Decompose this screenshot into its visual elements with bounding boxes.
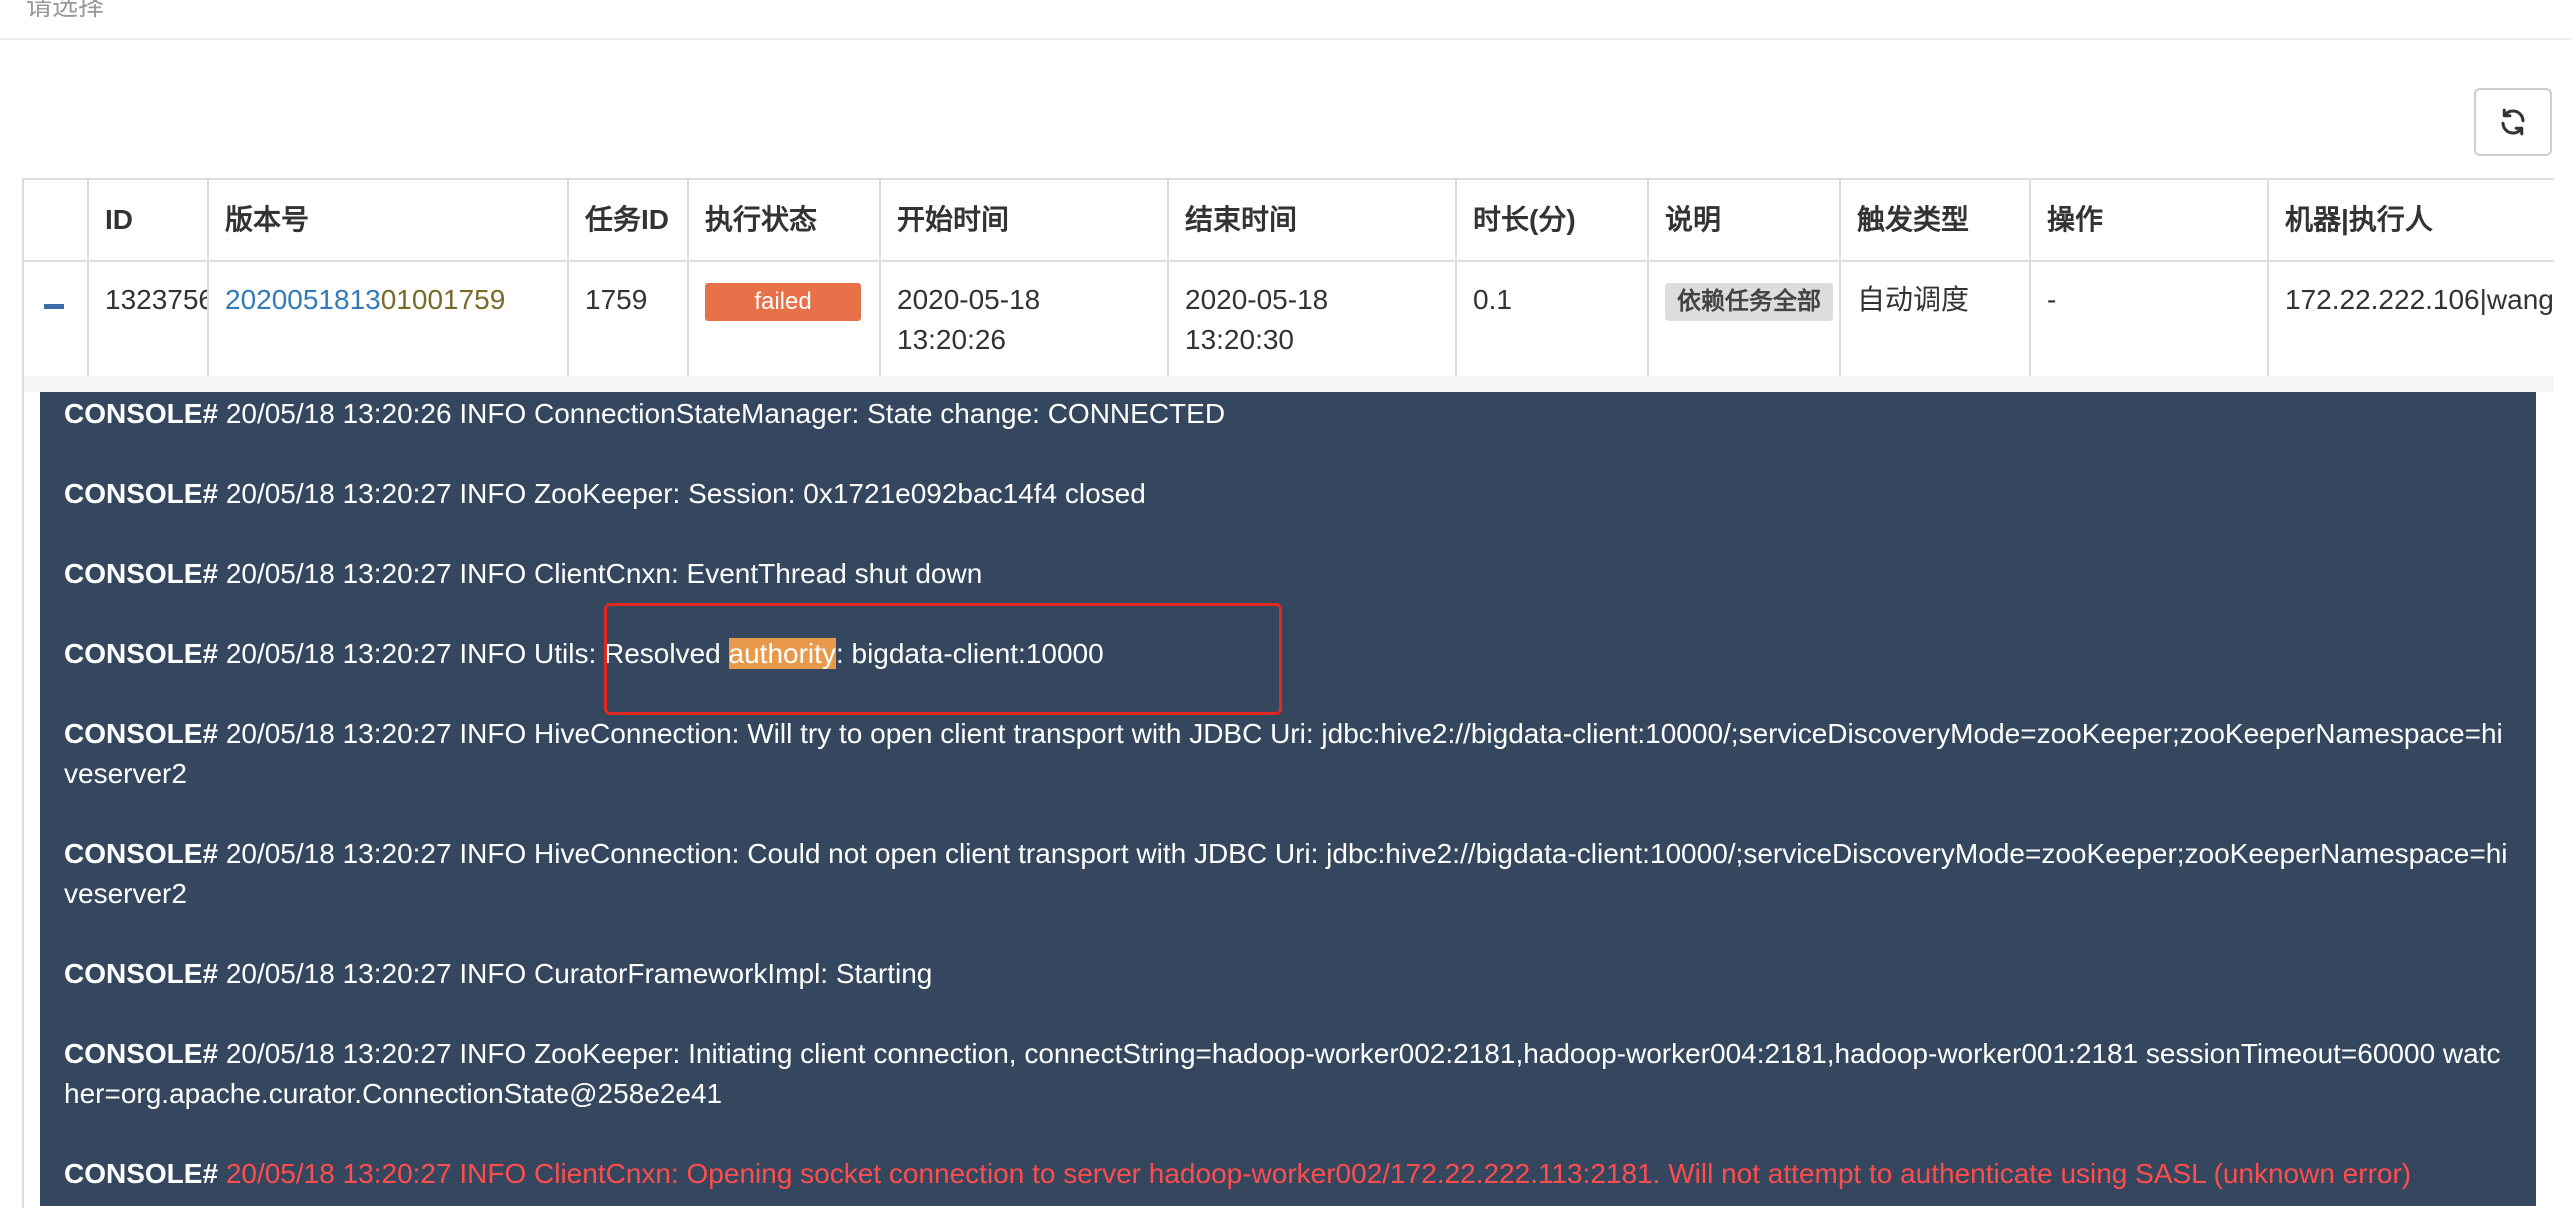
- log-text: 20/05/18 13:20:27 INFO HiveConnection: W…: [64, 718, 2503, 789]
- cell-description: 依赖任务全部: [1648, 261, 1841, 378]
- col-header-trigger-type[interactable]: 触发类型: [1840, 180, 2031, 262]
- log-prefix: CONSOLE#: [64, 558, 219, 589]
- col-header-description[interactable]: 说明: [1648, 180, 1841, 262]
- collapse-toggle[interactable]: [24, 261, 89, 378]
- log-prefix: CONSOLE#: [64, 958, 219, 989]
- cell-end-time: 2020-05-18 13:20:30: [1168, 261, 1457, 378]
- minus-icon: [44, 304, 64, 309]
- log-line: CONSOLE# 20/05/18 13:20:27 INFO HiveConn…: [64, 834, 2512, 914]
- top-bar: 请选择: [0, 0, 2572, 40]
- log-line: CONSOLE# 20/05/18 13:20:27 INFO ZooKeepe…: [64, 474, 2512, 514]
- log-text: 20/05/18 13:20:27 INFO CuratorFrameworkI…: [225, 958, 933, 989]
- detail-row-top: [24, 376, 2554, 392]
- cell-task-id: 1759: [568, 261, 689, 378]
- col-header-expand: [24, 180, 89, 262]
- log-prefix: CONSOLE#: [64, 1158, 219, 1189]
- log-text: 20/05/18 13:20:26 INFO ConnectionStateMa…: [225, 398, 1226, 429]
- refresh-icon: [2501, 108, 2525, 136]
- end-date: 2020-05-18: [1185, 284, 1329, 315]
- cell-action: -: [2030, 261, 2269, 378]
- cell-machine: 172.22.222.106|wangyi: [2268, 261, 2554, 378]
- cell-status: failed: [688, 261, 881, 378]
- description-badge: 依赖任务全部: [1665, 283, 1833, 321]
- log-line: CONSOLE# 20/05/18 13:20:27 INFO ZooKeepe…: [64, 1034, 2512, 1114]
- status-badge: failed: [705, 283, 861, 321]
- log-prefix: CONSOLE#: [64, 1038, 219, 1069]
- log-prefix: CONSOLE#: [64, 398, 219, 429]
- cell-start-time: 2020-05-18 13:20:26: [880, 261, 1169, 378]
- log-prefix: CONSOLE#: [64, 718, 219, 749]
- cell-version[interactable]: 202005181301001759: [208, 261, 569, 378]
- col-header-action[interactable]: 操作: [2030, 180, 2269, 262]
- version-link[interactable]: 2020051813: [225, 284, 381, 315]
- cell-id: 1323756: [88, 261, 209, 378]
- log-text: 20/05/18 13:20:27 INFO ZooKeeper: Sessio…: [225, 478, 1146, 509]
- log-line: CONSOLE# 20/05/18 13:20:27 INFO Utils: R…: [64, 634, 2512, 674]
- search-highlight: authority: [728, 638, 836, 669]
- log-line: CONSOLE# 20/05/18 13:20:27 INFO HiveConn…: [64, 714, 2512, 794]
- log-prefix: CONSOLE#: [64, 478, 219, 509]
- log-error-text: 20/05/18 13:20:27 INFO ClientCnxn: Openi…: [225, 1158, 2412, 1189]
- log-text: 20/05/18 13:20:27 INFO ZooKeeper: Initia…: [64, 1038, 2501, 1109]
- log-text: : bigdata-client:10000: [835, 638, 1104, 669]
- start-time: 13:20:26: [897, 324, 1006, 355]
- cell-duration: 0.1: [1456, 261, 1649, 378]
- log-prefix: CONSOLE#: [64, 638, 219, 669]
- end-time: 13:20:30: [1185, 324, 1294, 355]
- table-row: 1323756 202005181301001759 1759 failed 2…: [24, 261, 2554, 378]
- col-header-task-id[interactable]: 任务ID: [568, 180, 689, 262]
- log-line: CONSOLE# 20/05/18 13:20:27 INFO ClientCn…: [64, 554, 2512, 594]
- console-log-panel[interactable]: CONSOLE# 20/05/18 13:20:26 INFO Connecti…: [40, 392, 2536, 1206]
- refresh-button[interactable]: [2474, 88, 2552, 156]
- col-header-duration[interactable]: 时长(分): [1456, 180, 1649, 262]
- col-header-start-time[interactable]: 开始时间: [880, 180, 1169, 262]
- jobs-table: ID 版本号 任务ID 执行状态 开始时间 结束时间 时长(分) 说明 触发类型…: [24, 180, 2554, 378]
- log-text: 20/05/18 13:20:27 INFO Utils: Resolved: [225, 638, 729, 669]
- cell-trigger-type: 自动调度: [1840, 261, 2031, 378]
- col-header-end-time[interactable]: 结束时间: [1168, 180, 1457, 262]
- start-date: 2020-05-18: [897, 284, 1041, 315]
- col-header-id[interactable]: ID: [88, 180, 209, 262]
- log-line: CONSOLE# 20/05/18 13:20:27 INFO CuratorF…: [64, 954, 2512, 994]
- page-title: 请选择: [26, 0, 105, 21]
- log-line-error: CONSOLE# 20/05/18 13:20:27 INFO ClientCn…: [64, 1154, 2512, 1194]
- log-text: 20/05/18 13:20:27 INFO HiveConnection: C…: [64, 838, 2508, 909]
- col-header-machine[interactable]: 机器|执行人: [2268, 180, 2554, 262]
- version-link-suffix[interactable]: 01001759: [381, 284, 506, 315]
- log-line: CONSOLE# 20/05/18 13:20:26 INFO Connecti…: [64, 394, 2512, 434]
- col-header-status[interactable]: 执行状态: [688, 180, 881, 262]
- col-header-version[interactable]: 版本号: [208, 180, 569, 262]
- log-prefix: CONSOLE#: [64, 838, 219, 869]
- log-text: 20/05/18 13:20:27 INFO ClientCnxn: Event…: [225, 558, 983, 589]
- table-header-row: ID 版本号 任务ID 执行状态 开始时间 结束时间 时长(分) 说明 触发类型…: [24, 180, 2554, 262]
